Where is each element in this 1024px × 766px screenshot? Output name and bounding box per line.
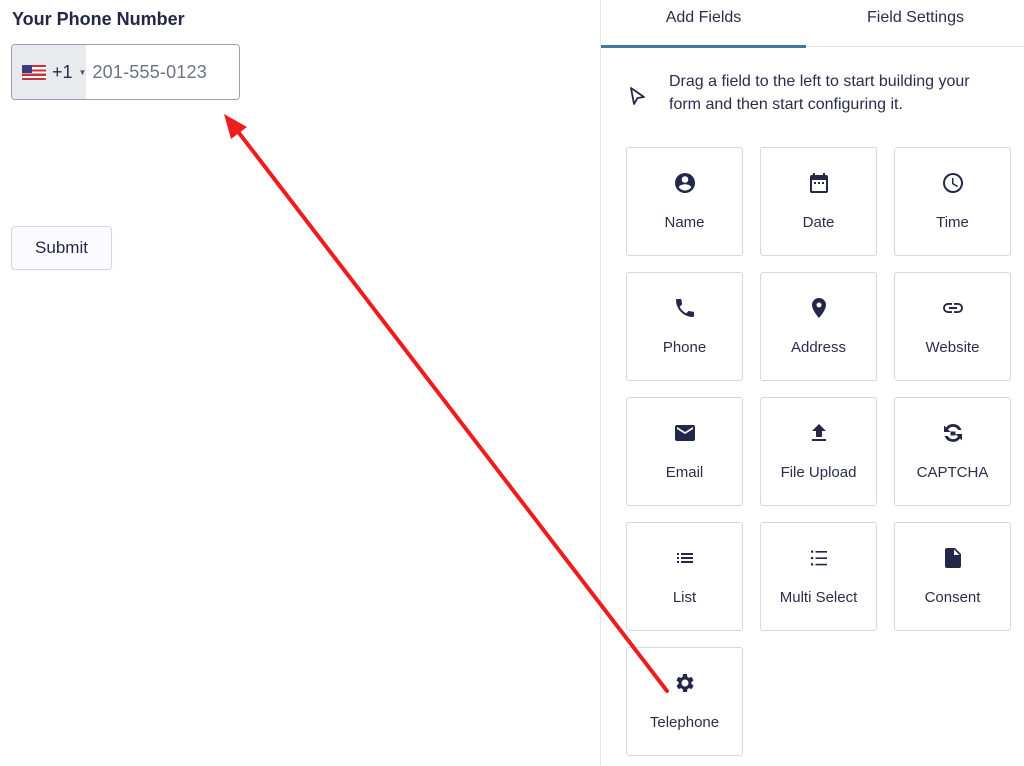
field-label: Your Phone Number bbox=[12, 9, 185, 29]
field-card-consent[interactable]: Consent bbox=[894, 522, 1011, 631]
country-dial-code: +1 bbox=[52, 61, 73, 82]
form-preview: Your Phone Number +1 ▼ Submit bbox=[0, 0, 600, 766]
field-card-label: Address bbox=[790, 339, 847, 356]
field-card-label: Multi Select bbox=[779, 589, 858, 606]
list-icon bbox=[673, 546, 697, 570]
drag-hint: Drag a field to the left to start buildi… bbox=[625, 70, 1005, 116]
field-card-label: Date bbox=[802, 214, 835, 231]
calendar-icon bbox=[807, 171, 831, 195]
hint-text: Drag a field to the left to start buildi… bbox=[669, 73, 970, 113]
caret-down-icon: ▼ bbox=[78, 67, 87, 77]
phone-input[interactable] bbox=[86, 45, 239, 99]
link-icon bbox=[941, 296, 965, 320]
field-card-address[interactable]: Address bbox=[760, 272, 877, 381]
phone-icon bbox=[673, 296, 697, 320]
tab-add-fields[interactable]: Add Fields bbox=[601, 0, 806, 48]
captcha-icon bbox=[941, 421, 965, 445]
submit-button[interactable]: Submit bbox=[11, 226, 112, 270]
panel-tabs: Add Fields Field Settings bbox=[601, 0, 1024, 48]
field-card-label: Website bbox=[925, 339, 980, 356]
fields-panel: Add Fields Field Settings Drag a field t… bbox=[600, 0, 1024, 766]
country-code-selector[interactable]: +1 ▼ bbox=[12, 45, 87, 99]
field-card-label: Time bbox=[936, 214, 969, 231]
us-flag-icon bbox=[22, 64, 46, 80]
field-card-name[interactable]: Name bbox=[626, 147, 743, 256]
field-card-time[interactable]: Time bbox=[894, 147, 1011, 256]
clock-icon bbox=[941, 171, 965, 195]
field-card-multi-select[interactable]: Multi Select bbox=[760, 522, 877, 631]
field-card-telephone[interactable]: Telephone bbox=[626, 647, 743, 756]
map-pin-icon bbox=[807, 296, 831, 320]
checklist-icon bbox=[807, 546, 831, 570]
field-card-phone[interactable]: Phone bbox=[626, 272, 743, 381]
field-card-label: CAPTCHA bbox=[916, 464, 989, 481]
field-card-list[interactable]: List bbox=[626, 522, 743, 631]
cursor-pointer-icon bbox=[630, 87, 645, 105]
tab-field-settings[interactable]: Field Settings bbox=[806, 0, 1024, 47]
field-card-email[interactable]: Email bbox=[626, 397, 743, 506]
account-circle-icon bbox=[673, 171, 697, 195]
field-card-label: Phone bbox=[662, 339, 707, 356]
field-card-label: List bbox=[672, 589, 697, 606]
field-card-file-upload[interactable]: File Upload bbox=[760, 397, 877, 506]
field-grid: Name Date Time Phone Address Website Ema… bbox=[626, 147, 1011, 756]
field-card-website[interactable]: Website bbox=[894, 272, 1011, 381]
field-card-label: Email bbox=[665, 464, 704, 481]
field-card-label: Name bbox=[664, 214, 705, 231]
field-card-label: Consent bbox=[924, 589, 981, 606]
upload-icon bbox=[807, 421, 831, 445]
field-card-date[interactable]: Date bbox=[760, 147, 877, 256]
envelope-icon bbox=[673, 421, 697, 445]
document-icon bbox=[941, 546, 965, 570]
field-card-label: File Upload bbox=[780, 464, 857, 481]
field-card-label: Telephone bbox=[649, 714, 720, 731]
phone-field: +1 ▼ bbox=[11, 44, 240, 100]
gear-icon bbox=[673, 671, 697, 695]
field-card-captcha[interactable]: CAPTCHA bbox=[894, 397, 1011, 506]
